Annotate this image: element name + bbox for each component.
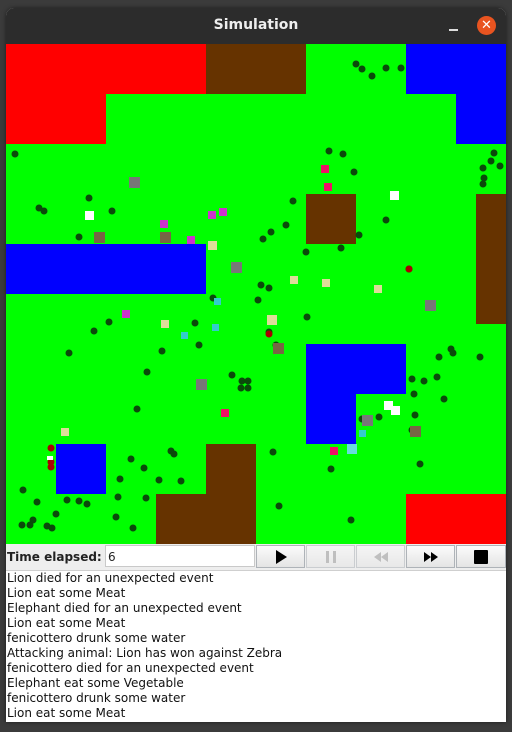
log-entry: fenicottero drunk some water (7, 631, 186, 645)
lava-zone (406, 494, 506, 544)
pause-icon (325, 550, 336, 563)
log-entry: Lion eat some Meat (7, 616, 126, 630)
stop-button[interactable] (456, 545, 506, 568)
log-entry: Lion eat some Meat (7, 706, 126, 720)
water-zone (406, 44, 506, 94)
time-elapsed-field[interactable]: 6 (105, 545, 255, 567)
soil-zone (306, 194, 356, 244)
log-entry: Lion died for an unexpected event (7, 571, 214, 585)
fast-forward-icon (423, 551, 438, 562)
simulation-window: Simulation ✕ Time elapsed: 6 Lion died f… (6, 8, 506, 722)
rewind-button[interactable] (356, 545, 405, 568)
soil-zone (476, 194, 506, 324)
fast-forward-button[interactable] (406, 545, 455, 568)
soil-zone (156, 494, 206, 544)
pause-button[interactable] (306, 545, 355, 568)
entities (47, 165, 436, 471)
water-zone (306, 344, 406, 394)
log-entry: fenicottero drunk some water (7, 691, 186, 705)
rewind-icon (373, 551, 388, 562)
log-entry: Attacking animal: Lion has won against Z… (7, 646, 283, 660)
water-zone (56, 444, 106, 494)
soil-zone (206, 444, 256, 544)
water-zone (306, 394, 356, 444)
simulation-map (6, 44, 506, 544)
window-title: Simulation (213, 17, 299, 33)
play-button[interactable] (256, 545, 305, 568)
lava-zone (6, 44, 206, 94)
map-canvas (6, 44, 506, 544)
water-zone (456, 94, 506, 144)
play-icon (275, 549, 287, 564)
log-entry: Elephant eat some Vegetable (7, 676, 184, 690)
title-bar[interactable]: Simulation ✕ (6, 8, 506, 44)
log-entry: fenicottero died for an unexpected event (7, 661, 254, 675)
close-icon[interactable]: ✕ (477, 16, 496, 35)
log-entry: Elephant died for an unexpected event (7, 601, 242, 615)
lava-zone (6, 94, 106, 144)
stop-icon (474, 549, 488, 564)
minimize-icon[interactable] (449, 18, 459, 32)
water-zone (6, 244, 206, 294)
soil-zone (206, 44, 306, 94)
log-entry: Lion eat some Meat (7, 586, 126, 600)
time-elapsed-label: Time elapsed: (7, 550, 102, 564)
control-bar: Time elapsed: 6 (6, 544, 506, 571)
event-log[interactable]: Lion died for an unexpected event Lion e… (6, 571, 506, 722)
